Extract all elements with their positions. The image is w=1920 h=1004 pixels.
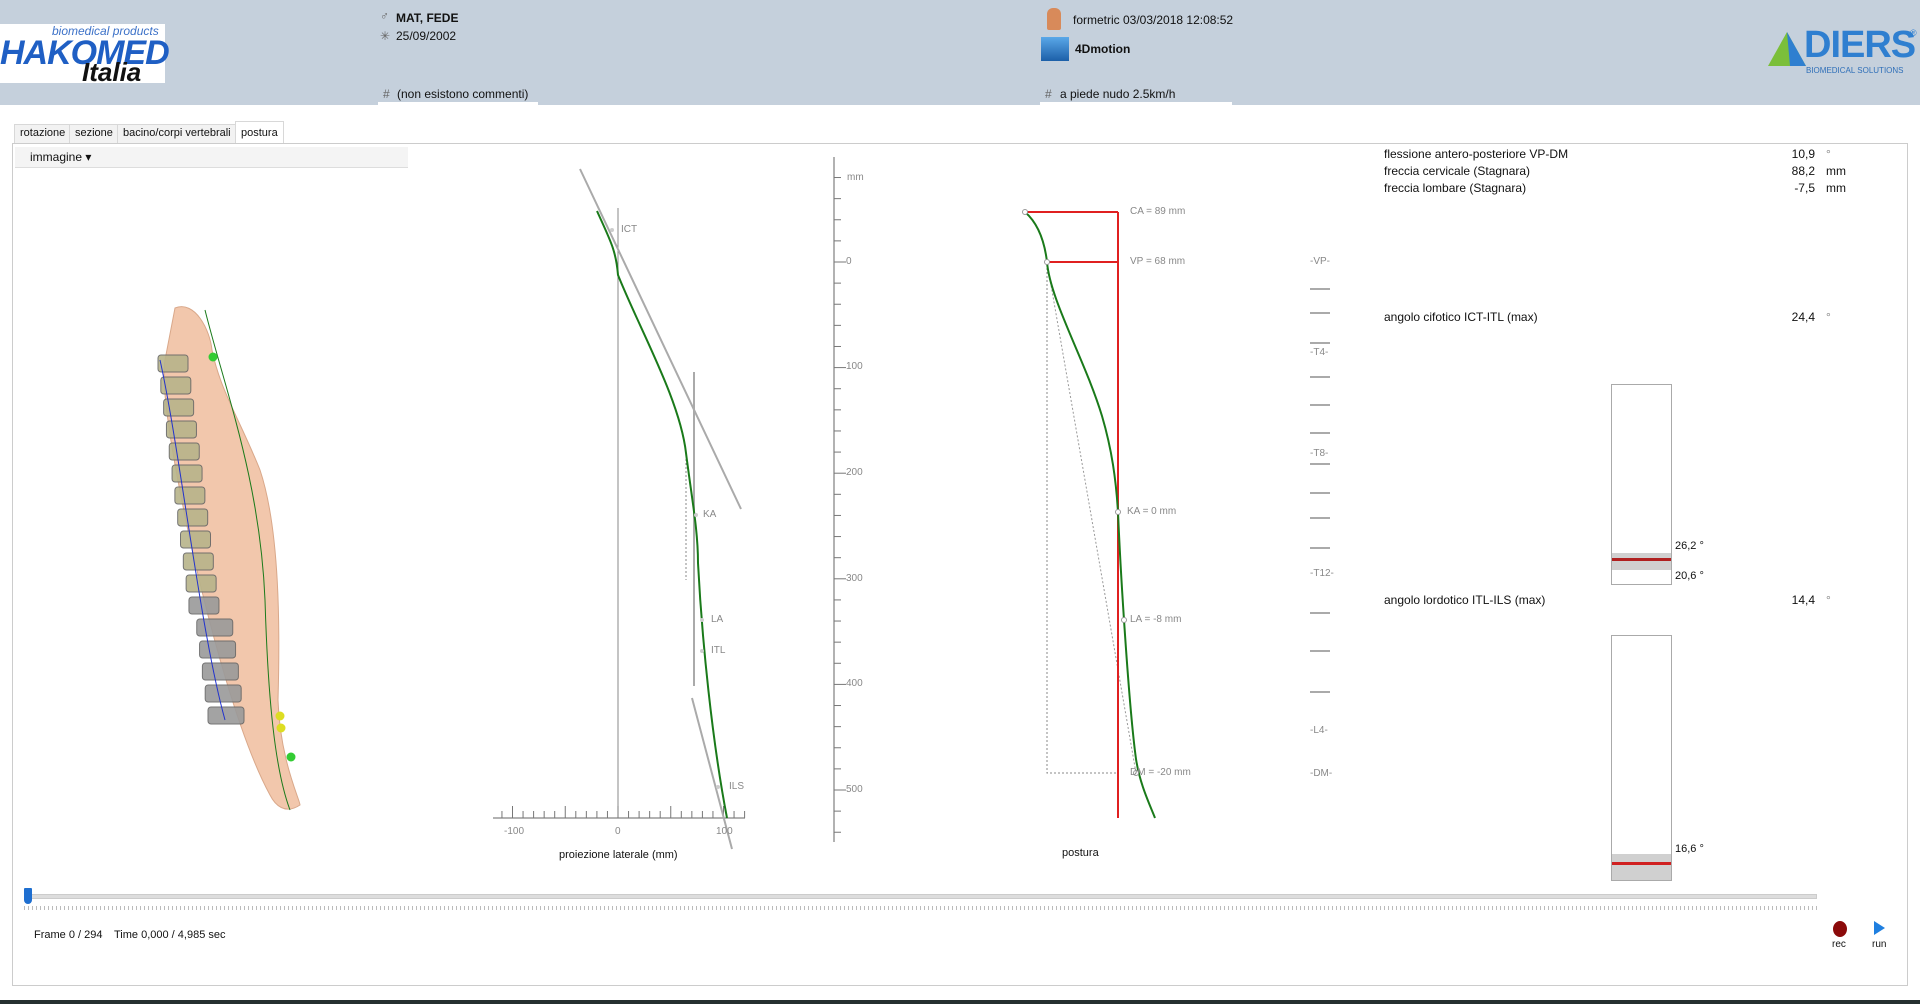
measure-unit: mm — [1826, 164, 1846, 178]
taskbar-edge — [0, 1000, 1920, 1004]
scale-tick-label: 400 — [846, 678, 863, 689]
rec-button[interactable]: rec — [1832, 939, 1846, 950]
value-marker — [1612, 862, 1671, 865]
measure-label: freccia cervicale (Stagnara) — [1384, 164, 1531, 178]
measure-row: freccia lombare (Stagnara) -7,5 mm — [1384, 181, 1846, 195]
frame-counter: Frame 0 / 294 — [34, 929, 103, 941]
mm-scale-ticks — [834, 177, 846, 833]
xtick-label: -100 — [504, 826, 525, 837]
dm-label: DM = -20 mm — [1130, 767, 1191, 778]
gauge-upper-label: 16,6 ° — [1675, 843, 1704, 855]
ka-point — [694, 513, 698, 517]
measure-unit: mm — [1826, 181, 1846, 195]
normal-range-band — [1612, 854, 1671, 880]
vertebra-label: -T12- — [1310, 568, 1334, 579]
measure-row: flessione antero-posteriore VP-DM 10,9 ° — [1384, 147, 1844, 161]
measure-label: freccia lombare (Stagnara) — [1384, 181, 1527, 195]
scale-tick-label: 500 — [846, 784, 863, 795]
scale-tick-label: 0 — [846, 256, 852, 267]
vp-point — [1044, 259, 1050, 265]
measure-row: freccia cervicale (Stagnara) 88,2 mm — [1384, 164, 1846, 178]
ka-label: KA = 0 mm — [1127, 506, 1177, 517]
time-counter: Time 0,000 / 4,985 sec — [114, 929, 226, 941]
timeline-slider[interactable] — [24, 894, 1817, 899]
run-button[interactable]: run — [1872, 939, 1886, 950]
dm-dotted-box — [1046, 261, 1119, 774]
label-ils: ILS — [729, 781, 745, 792]
measure-value: 14,4 — [1791, 593, 1815, 607]
itl-point — [700, 649, 704, 653]
value-marker — [1612, 558, 1671, 561]
kyphosis-gauge — [1611, 384, 1672, 585]
label-itl: ITL — [711, 645, 726, 656]
label-ka: KA — [703, 509, 717, 520]
measure-row: angolo cifotico ICT-ITL (max) 24,4 ° — [1384, 310, 1844, 324]
ils-point — [716, 785, 720, 789]
measure-unit: ° — [1826, 310, 1831, 324]
scale-unit: mm — [847, 172, 864, 183]
gauge-upper-label: 26,2 ° — [1675, 540, 1704, 552]
scale-tick-label: 200 — [846, 467, 863, 478]
vertebra-label: -L4- — [1310, 725, 1328, 736]
timeline-handle[interactable] — [24, 888, 32, 904]
measure-value: -7,5 — [1794, 181, 1815, 195]
lateral-x-ticks — [501, 806, 746, 818]
measure-label: angolo cifotico ICT-ITL (max) — [1384, 310, 1538, 324]
label-la: LA — [711, 614, 724, 625]
ict-point — [610, 228, 614, 232]
scale-tick-label: 100 — [846, 361, 863, 372]
rec-icon[interactable] — [1833, 921, 1847, 937]
timeline-ticks — [24, 906, 1817, 910]
la-point — [700, 618, 704, 622]
ca-label: CA = 89 mm — [1130, 206, 1186, 217]
scale-tick-label: 300 — [846, 573, 863, 584]
vertebra-label: -T4- — [1310, 347, 1329, 358]
measure-value: 88,2 — [1791, 164, 1815, 178]
run-icon[interactable] — [1873, 921, 1885, 936]
lordosis-gauge — [1611, 635, 1672, 881]
vp-label: VP = 68 mm — [1130, 256, 1186, 267]
measure-label: angolo lordotico ITL-ILS (max) — [1384, 593, 1546, 607]
ca-point — [1022, 209, 1028, 215]
la-label: LA = -8 mm — [1130, 614, 1182, 625]
postura-title: postura — [1062, 847, 1099, 859]
vertebra-label: -DM- — [1310, 768, 1333, 779]
measure-label: flessione antero-posteriore VP-DM — [1384, 147, 1569, 161]
la-point — [1121, 617, 1127, 623]
vertebra-label: -T8- — [1310, 448, 1329, 459]
ict-tangent-line — [579, 168, 742, 510]
xtick-label: 100 — [716, 826, 733, 837]
ka-point — [1115, 509, 1121, 515]
gauge-lower-label: 20,6 ° — [1675, 570, 1704, 582]
measure-value: 10,9 — [1791, 147, 1815, 161]
xtick-label: 0 — [615, 826, 621, 837]
normal-range-band — [1612, 553, 1671, 570]
vp-dm-dotted-line — [1046, 261, 1137, 774]
measure-unit: ° — [1826, 593, 1831, 607]
measure-unit: ° — [1826, 147, 1831, 161]
lateral-x-label: proiezione laterale (mm) — [559, 849, 678, 861]
measure-value: 24,4 — [1791, 310, 1815, 324]
vertebra-label: -VP- — [1310, 256, 1330, 267]
label-ict: ICT — [621, 224, 638, 235]
measure-row: angolo lordotico ITL-ILS (max) 14,4 ° — [1384, 593, 1844, 607]
